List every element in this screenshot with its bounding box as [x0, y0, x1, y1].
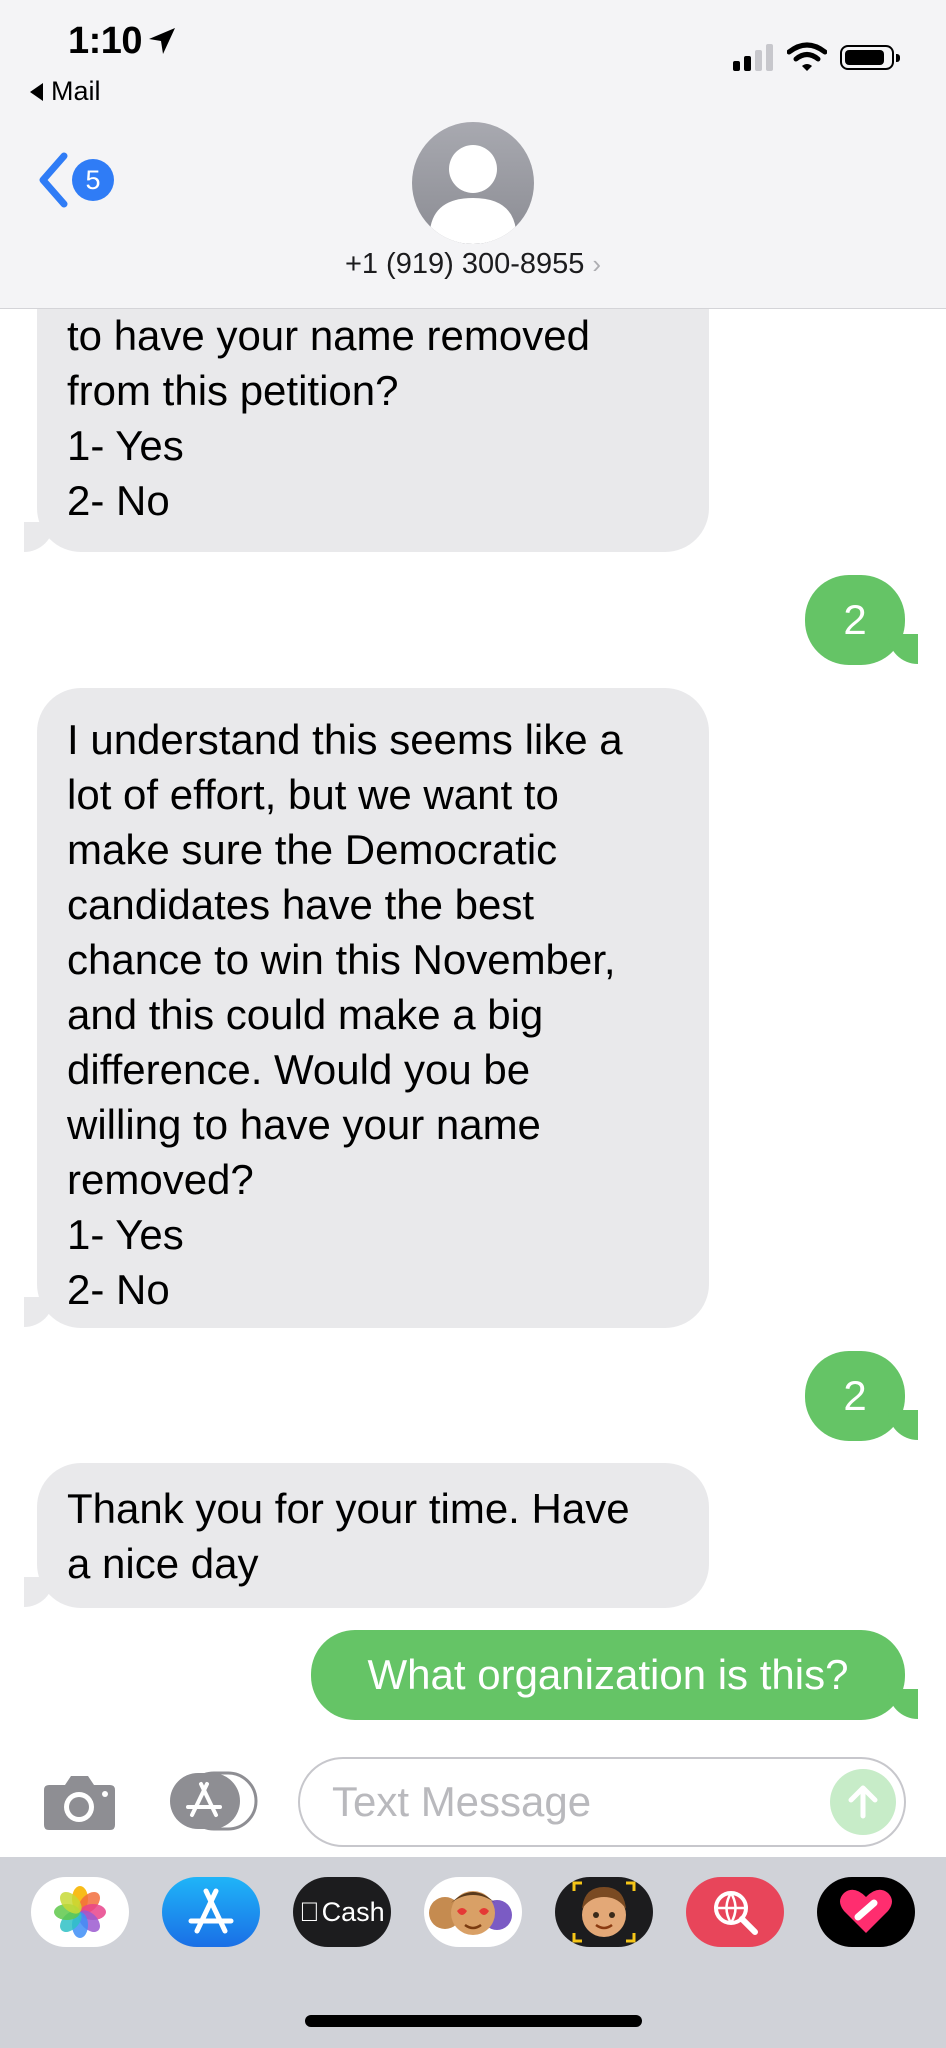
- outgoing-message[interactable]: What organization is this?: [311, 1630, 905, 1720]
- status-time: 1:10: [68, 20, 143, 62]
- photos-icon[interactable]: [31, 1877, 129, 1947]
- digital-touch-icon[interactable]: [817, 1877, 915, 1947]
- send-button[interactable]: [830, 1769, 896, 1835]
- memoji-icon[interactable]: [555, 1877, 653, 1947]
- contact-name-button[interactable]: +1 (919) 300-8955 ›: [0, 248, 946, 281]
- back-to-app-link[interactable]: Mail: [30, 76, 101, 107]
- location-arrow-icon: [149, 28, 175, 54]
- message-tail: [24, 522, 54, 552]
- wifi-icon: [787, 42, 827, 71]
- message-tail: [24, 1297, 54, 1327]
- animoji-faces-icon: [429, 1891, 512, 1935]
- battery-icon: [840, 45, 900, 70]
- contact-name: +1 (919) 300-8955: [344, 248, 585, 280]
- message-input[interactable]: [330, 1777, 804, 1827]
- arrow-up-icon: [848, 1785, 878, 1819]
- back-button[interactable]: 5: [38, 152, 114, 208]
- magnifier-globe-icon: [714, 1891, 758, 1935]
- incoming-message[interactable]: Thank you for your time. Have a nice day: [37, 1463, 709, 1608]
- home-indicator[interactable]: [305, 2015, 642, 2027]
- person-silhouette-icon: [430, 145, 516, 244]
- apple-logo-icon: : [299, 1897, 319, 1928]
- chevron-left-icon: [39, 152, 68, 208]
- outgoing-message[interactable]: 2: [805, 575, 905, 665]
- memoji-face-icon: [572, 1881, 636, 1943]
- apple-cash-icon[interactable]:  Cash: [293, 1877, 391, 1947]
- back-triangle-icon: [30, 82, 43, 101]
- animoji-icon[interactable]: [424, 1877, 522, 1947]
- chevron-right-icon: ›: [592, 249, 602, 279]
- apple-cash-label: Cash: [311, 1896, 385, 1927]
- unread-count-badge: 5: [72, 159, 114, 201]
- app-store-icon[interactable]: [162, 1877, 260, 1947]
- conversation-header: 1:10 Mail 5 +1 (919) 300-8955 ›: [0, 0, 946, 309]
- web-search-icon[interactable]: [686, 1877, 784, 1947]
- incoming-message[interactable]: I understand this seems like a lot of ef…: [37, 688, 709, 1328]
- app-store-glyph: [188, 1888, 234, 1934]
- app-store-drawer-icon[interactable]: [168, 1771, 258, 1831]
- camera-icon[interactable]: [43, 1773, 116, 1831]
- message-thread[interactable]: to have your name removed from this peti…: [0, 308, 946, 1738]
- outgoing-message[interactable]: 2: [805, 1351, 905, 1441]
- message-tail: [24, 1577, 54, 1607]
- message-tail: [888, 634, 918, 664]
- back-app-label: Mail: [51, 76, 101, 106]
- message-input-field[interactable]: [298, 1757, 906, 1847]
- message-tail: [888, 1410, 918, 1440]
- contact-avatar[interactable]: [412, 122, 534, 244]
- photos-flower-icon: [54, 1886, 106, 1938]
- incoming-message[interactable]: to have your name removed from this peti…: [37, 308, 709, 552]
- cellular-signal-icon: [733, 44, 773, 71]
- heart-icon: [840, 1889, 892, 1933]
- message-tail: [888, 1689, 918, 1719]
